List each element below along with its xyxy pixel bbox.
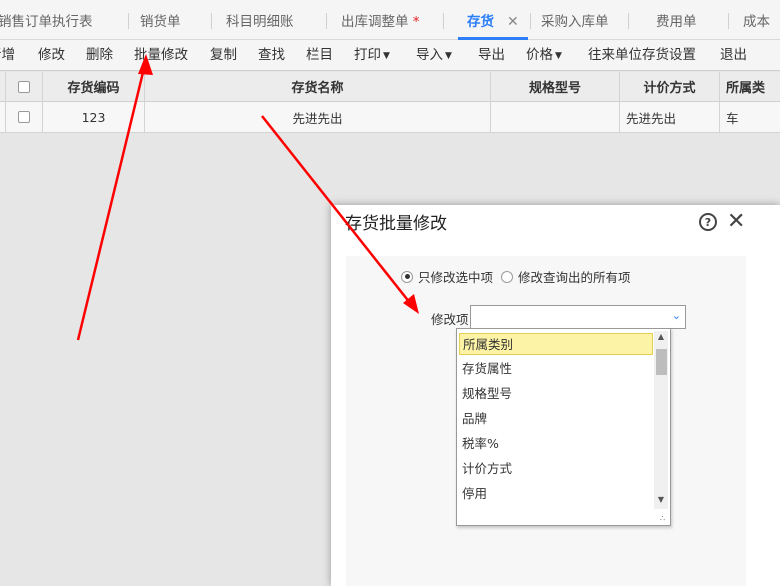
radio-selected-only-label: 只修改选中项 [418,270,494,285]
tab-outbound-adjust[interactable]: 出库调整单 * [341,12,420,32]
radio-unchecked-icon [501,270,513,283]
price-label: 价格 [526,47,553,63]
print-button[interactable]: 打印 ▼ [354,47,390,65]
price-button[interactable]: 价格 ▼ [526,47,562,65]
table-row[interactable]: 123 先进先出 先进先出 车 [0,102,780,133]
exit-button[interactable]: 退出 [720,47,747,64]
help-icon[interactable]: ? [699,213,717,231]
table-header: 存货编码 存货名称 规格型号 计价方式 所属类 [0,72,780,102]
dropdown-option-costing[interactable]: 计价方式 [457,456,653,481]
partner-stock-settings-button[interactable]: 往来单位存货设置 [588,47,696,64]
tab-account-ledger[interactable]: 科目明细账 [226,12,294,32]
cell-name: 先进先出 [145,102,491,132]
export-button[interactable]: 导出 [478,47,505,64]
tab-divider [443,13,444,29]
header-code[interactable]: 存货编码 [43,72,145,101]
select-all-checkbox[interactable] [18,80,30,93]
edit-item-dropdown: 所属类别 存货属性 规格型号 品牌 税率% 计价方式 停用 ▲ ▼ ∴ [456,328,671,526]
tab-close-icon[interactable]: ✕ [507,12,519,32]
tab-divider [211,13,212,29]
header-select-all [6,72,43,101]
tab-inventory[interactable]: 存货 [467,12,494,32]
radio-checked-icon [401,270,413,283]
row-checkbox[interactable] [18,111,30,123]
dropdown-option-attribute[interactable]: 存货属性 [457,356,653,381]
find-button[interactable]: 查找 [258,47,285,64]
tab-sales-order-report[interactable]: 销售订单执行表 [0,12,93,32]
cell-code: 123 [43,102,145,132]
unsaved-marker: * [412,14,420,30]
tab-bar: 销售订单执行表 销货单 科目明细账 出库调整单 * 存货 ✕ 采购入库单 费用单… [0,0,780,40]
new-button[interactable]: 新增 [0,47,15,64]
edit-item-label: 修改项 [431,312,469,327]
tab-divider [628,13,629,29]
tab-divider [128,13,129,29]
columns-button[interactable]: 栏目 [306,47,333,64]
tab-outbound-adjust-label: 出库调整单 [341,14,409,30]
chevron-down-icon: ▼ [383,51,390,61]
close-icon[interactable]: ✕ [727,208,745,236]
resize-grip-icon[interactable]: ∴ [660,514,665,523]
tab-divider [728,13,729,29]
dropdown-option-brand[interactable]: 品牌 [457,406,653,431]
header-name[interactable]: 存货名称 [145,72,491,101]
radio-all-queried[interactable]: 修改查询出的所有项 [501,267,631,286]
scrollbar-thumb[interactable] [656,349,667,375]
scroll-up-icon[interactable]: ▲ [654,332,668,341]
dropdown-option-disabled[interactable]: 停用 [457,481,653,506]
tab-sales-slip[interactable]: 销货单 [140,12,181,32]
chevron-down-icon: ▼ [445,51,452,61]
tab-purchase-receipt[interactable]: 采购入库单 [541,12,609,32]
toolbar: 新增 修改 删除 批量修改 复制 查找 栏目 打印▼ 导入▼ 导出 价格▼ 往来… [0,40,780,71]
dropdown-scrollbar[interactable]: ▲ ▼ [654,331,668,509]
print-label: 打印 [354,47,381,63]
header-category[interactable]: 所属类 [720,72,780,101]
dropdown-option-tax-rate[interactable]: 税率% [457,431,653,456]
scroll-down-icon[interactable]: ▼ [654,495,668,504]
tab-expense[interactable]: 费用单 [656,12,697,32]
edit-item-select[interactable]: ⌄ [470,305,686,329]
dropdown-option-spec[interactable]: 规格型号 [457,381,653,406]
dropdown-option-category[interactable]: 所属类别 [459,333,653,355]
chevron-down-icon[interactable]: ⌄ [672,309,681,322]
tab-divider [326,13,327,29]
cell-spec [491,102,620,132]
import-button[interactable]: 导入 ▼ [416,47,452,65]
edit-button[interactable]: 修改 [38,47,65,64]
tab-divider [530,13,531,29]
header-costing[interactable]: 计价方式 [620,72,720,101]
radio-selected-only[interactable]: 只修改选中项 [401,267,493,286]
row-select-cell [6,102,43,132]
cell-costing: 先进先出 [620,102,720,132]
dialog-title: 存货批量修改 [345,214,447,234]
chevron-down-icon: ▼ [555,51,562,61]
delete-button[interactable]: 删除 [86,47,113,64]
import-label: 导入 [416,47,443,63]
header-spec[interactable]: 规格型号 [491,72,620,101]
cell-category: 车 [726,110,739,126]
radio-all-queried-label: 修改查询出的所有项 [518,270,631,285]
copy-button[interactable]: 复制 [210,47,237,64]
tab-cost[interactable]: 成本 [743,12,770,32]
batch-edit-button[interactable]: 批量修改 [134,47,188,64]
